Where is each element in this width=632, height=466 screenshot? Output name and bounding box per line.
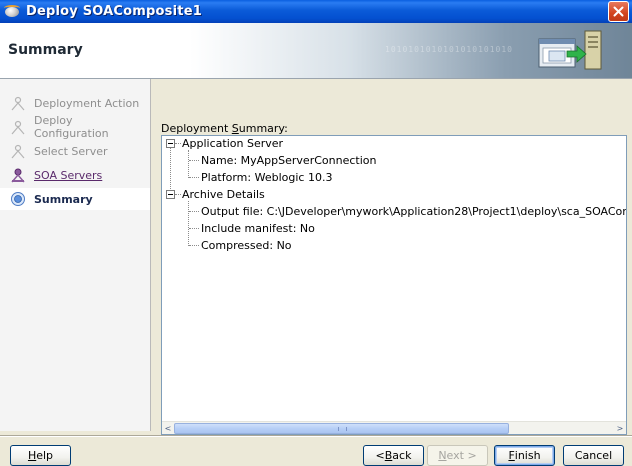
step-deploy-configuration[interactable]: Deploy Configuration — [0, 114, 150, 140]
tree-leaf-compressed[interactable]: Compressed: No — [201, 239, 292, 252]
close-button[interactable] — [608, 1, 629, 22]
tree-connector — [175, 194, 181, 195]
step-label: Deploy Configuration — [34, 114, 109, 140]
tree-leaf-include-manifest[interactable]: Include manifest: No — [201, 222, 315, 235]
help-button[interactable]: Help — [10, 445, 71, 466]
tree-leaf-output-file[interactable]: Output file: C:\JDeveloper\mywork\Applic… — [201, 205, 626, 218]
close-icon — [613, 6, 624, 17]
finish-button[interactable]: Finish — [494, 445, 555, 466]
header-banner: Summary 1010101010101010101010 — [0, 23, 632, 79]
tree-connector — [189, 211, 199, 212]
tree-leaf-name[interactable]: Name: MyAppServerConnection — [201, 154, 376, 167]
bottom-divider — [0, 435, 632, 437]
horizontal-scrollbar[interactable]: < > — [162, 421, 626, 434]
step-current-icon — [11, 192, 25, 206]
wizard-steps-nav: Deployment Action Deploy Configuration S… — [0, 79, 151, 431]
tree-connector — [189, 177, 199, 178]
tree-connector — [189, 160, 199, 161]
collapse-icon[interactable] — [166, 190, 175, 199]
deploy-server-icon — [538, 30, 602, 70]
step-label: Select Server — [34, 144, 108, 158]
step-done-icon — [11, 96, 25, 111]
step-done-icon — [11, 144, 25, 159]
step-label: SOA Servers — [34, 168, 103, 182]
next-button[interactable]: Next > — [427, 445, 488, 466]
step-summary[interactable]: Summary — [0, 188, 150, 210]
tree-connector — [189, 228, 199, 229]
tree-connector — [175, 143, 181, 144]
step-deployment-action[interactable]: Deployment Action — [0, 92, 150, 114]
tree-connector — [170, 148, 171, 195]
chevron-left-icon: < — [164, 423, 172, 433]
step-label: Summary — [34, 192, 93, 206]
deployment-summary-label: Deployment Summary: — [161, 122, 288, 135]
window-title: Deploy SOAComposite1 — [26, 4, 202, 19]
back-button[interactable]: < Back — [363, 445, 424, 466]
step-select-server[interactable]: Select Server — [0, 140, 150, 162]
scroll-thumb[interactable] — [174, 423, 509, 434]
tree-leaf-platform[interactable]: Platform: Weblogic 10.3 — [201, 171, 332, 184]
tree-node-archive-details[interactable]: Archive Details — [182, 188, 265, 201]
step-label: Deployment Action — [34, 96, 140, 110]
summary-tree[interactable]: Application Server Name: MyAppServerConn… — [161, 135, 627, 435]
oracle-ball-icon — [4, 4, 20, 20]
title-bar[interactable]: Deploy SOAComposite1 — [0, 0, 632, 23]
cancel-button[interactable]: Cancel — [563, 445, 624, 466]
tree-connector — [189, 245, 199, 246]
chevron-right-icon: > — [616, 423, 624, 433]
tree-connector — [188, 150, 189, 178]
step-done-icon — [11, 120, 25, 135]
step-soa-servers[interactable]: SOA Servers — [0, 164, 150, 186]
banner-decoration: 1010101010101010101010 — [385, 45, 513, 54]
tree-node-application-server[interactable]: Application Server — [182, 137, 283, 150]
tree-connector — [188, 201, 189, 246]
scroll-right-button[interactable]: > — [614, 422, 626, 434]
step-visited-icon — [11, 168, 25, 183]
collapse-icon[interactable] — [166, 139, 175, 148]
scroll-left-button[interactable]: < — [162, 422, 174, 434]
page-title: Summary — [8, 42, 83, 58]
